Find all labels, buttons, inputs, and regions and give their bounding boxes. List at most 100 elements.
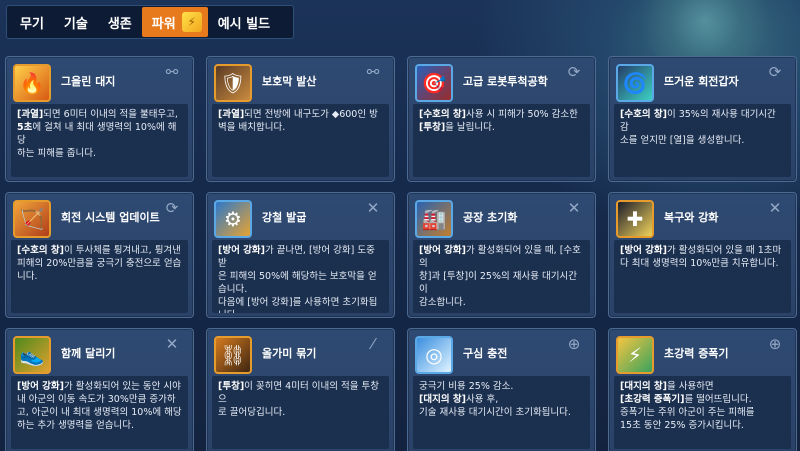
description-text: 창]과 [투창]이 25%의 재사용 대기시간이 <box>419 271 577 295</box>
power-card[interactable]: 🎯 고급 로봇투척공학 ⟳ [수호의 창]사용 시 피해가 50% 감소한 [투창]을 … <box>407 56 596 182</box>
chain-icon: ⚯ <box>165 63 179 81</box>
description-text: 이 투사체를 튕겨내고, 튕겨낸 <box>63 245 181 256</box>
hot-spin-icon: 🌀 <box>616 64 654 102</box>
description-text: 니다. <box>218 310 239 313</box>
description-line: 습니다. <box>218 283 383 296</box>
crossed-arrows-icon: ✕ <box>165 335 179 353</box>
tab-weapon[interactable]: 무기 <box>10 7 54 37</box>
description-text: 감소합니다. <box>419 297 466 308</box>
description-text: 증폭기는 주위 아군이 주는 피해를 <box>620 407 755 418</box>
description-line: [방어 강화]가 활성화되어 있는 동안 시야 <box>17 380 182 393</box>
crossed-arrows-icon: ✕ <box>567 199 581 217</box>
description-line: 증폭기는 주위 아군이 주는 피해를 <box>620 406 785 419</box>
card-header: 🏭 공장 초기화 ✕ <box>408 193 595 245</box>
description-text: 사용 시 피해가 50% 감소한 <box>465 109 578 120</box>
description-text: 15초 동안 25% 증가시킵니다. <box>620 420 744 431</box>
skill-name: 공장 초기화 <box>463 211 518 224</box>
tab-label: 무기 <box>20 16 44 32</box>
keyword: [수호의 창] <box>419 109 466 120</box>
tab-power[interactable]: 파워 ⚡ <box>141 7 208 37</box>
scorched-earth-icon: 🔥 <box>13 64 51 102</box>
description-line: 소를 얻지만 [열]을 생성합니다. <box>620 134 785 147</box>
tab-ability[interactable]: 기술 <box>54 7 98 37</box>
description-text: 은 피해의 50%에 해당하는 보호막을 얻 <box>218 271 377 282</box>
description-text: 소를 얻지만 [열]을 생성합니다. <box>620 135 745 146</box>
description-text: 니다. <box>17 271 38 282</box>
spin-system-icon: 🏹 <box>13 200 51 238</box>
tab-survival[interactable]: 생존 <box>98 7 142 37</box>
skill-description: [대지의 창]을 사용하면 [초강력 증폭기]를 떨어뜨립니다. 증폭기는 주위 아… <box>614 376 791 449</box>
description-line: 하는 피해를 줍니다. <box>17 147 182 160</box>
description-line: 벽을 배치합니다. <box>218 121 383 134</box>
description-line: 다 최대 생명력의 10%만큼 치유합니다. <box>620 257 785 270</box>
tab-label: 예시 빌드 <box>217 16 271 32</box>
description-text: 고, 아군이 내 최대 생명력의 10%에 해당 <box>17 407 182 418</box>
power-card[interactable]: ⛓ 올가미 묶기 ⁄ [투창]이 꽂히면 4미터 이내의 적을 투창으 로 끌어당깁니다… <box>206 328 395 451</box>
keyword: [대지의 창] <box>419 394 466 405</box>
description-line: 내 아군의 이동 속도가 30%만큼 증가하 <box>17 393 182 406</box>
run-together-icon: 👟 <box>13 336 51 374</box>
power-card[interactable]: 🛡 보호막 발산 ⚯ [과열]되면 전방에 내구도가 ◆600인 방 벽을 배치합니다. <box>206 56 395 182</box>
description-text: 로 끌어당깁니다. <box>218 407 286 418</box>
skill-name: 보호막 발산 <box>262 75 317 88</box>
description-text: 가 활성화되어 있는 동안 시야 <box>63 381 181 392</box>
power-card[interactable]: 🔥 그을린 대지 ⚯ [과열]되면 6미터 이내의 적을 불태우고, 5초에 걸쳐 내 … <box>5 56 194 182</box>
description-line: 니다. <box>17 270 182 283</box>
description-text: 가 활성화되어 있을 때 1초마 <box>666 245 782 256</box>
card-header: 🔥 그을린 대지 ⚯ <box>6 57 193 109</box>
power-card[interactable]: 👟 함께 달리기 ✕ [방어 강화]가 활성화되어 있는 동안 시야 내 아군의 이동 … <box>5 328 194 451</box>
skill-description: [수호의 창]사용 시 피해가 50% 감소한 [투창]을 날립니다. <box>413 104 590 177</box>
power-card[interactable]: ◎ 구심 충전 ⊕ 궁극기 비용 25% 감소. [대지의 창]사용 후, 기술 재사용 … <box>407 328 596 451</box>
description-line: [수호의 창]이 투사체를 튕겨내고, 튕겨낸 <box>17 244 182 257</box>
shield-emit-icon: 🛡 <box>214 64 252 102</box>
description-line: 니다. <box>218 309 383 313</box>
keyword: [초강력 증폭기] <box>620 394 685 405</box>
robot-throw-icon: 🎯 <box>415 64 453 102</box>
description-line: 15초 동안 25% 증가시킵니다. <box>620 419 785 432</box>
description-line: [과열]되면 전방에 내구도가 ◆600인 방 <box>218 108 383 121</box>
description-text: 다 최대 생명력의 10%만큼 치유합니다. <box>620 258 779 269</box>
description-line: [방어 강화]가 활성화되어 있을 때, [수호의 <box>419 244 584 270</box>
card-header: ⚙ 강철 발굽 ✕ <box>207 193 394 245</box>
description-line: [수호의 창]이 35%의 재사용 대기시간 감 <box>620 108 785 134</box>
description-text: 되면 전방에 내구도가 ◆600인 방 <box>244 109 378 120</box>
card-header: ◎ 구심 충전 ⊕ <box>408 329 595 381</box>
description-text: 피해의 20%만큼을 궁극기 충전으로 얻습 <box>17 258 182 269</box>
power-card[interactable]: 🏭 공장 초기화 ✕ [방어 강화]가 활성화되어 있을 때, [수호의 창]과 [투창… <box>407 192 596 318</box>
description-text: 을 사용하면 <box>666 381 714 392</box>
description-text: 다음에 [방어 강화]를 사용하면 초기화됩 <box>218 297 378 308</box>
card-header: 🛡 보호막 발산 ⚯ <box>207 57 394 109</box>
keyword: [과열] <box>17 109 44 120</box>
skill-description: 궁극기 비용 25% 감소. [대지의 창]사용 후, 기술 재사용 대기시간이 초… <box>413 376 590 449</box>
description-text: 사용 후, <box>465 394 499 405</box>
skill-description: [수호의 창]이 투사체를 튕겨내고, 튕겨낸 피해의 20%만큼을 궁극기 충전… <box>11 240 188 313</box>
tab-label: 파워 <box>151 16 176 32</box>
power-card[interactable]: 🏹 회전 시스템 업데이트 ⟳ [수호의 창]이 투사체를 튕겨내고, 튕겨낸 피해의 … <box>5 192 194 318</box>
centripetal-charge-icon: ◎ <box>415 336 453 374</box>
keyword: [수호의 창] <box>17 245 64 256</box>
skill-description: [방어 강화]가 끝나면, [방어 강화] 도중 받은 피해의 50%에 해당하… <box>212 240 389 313</box>
keyword: [대지의 창] <box>620 381 667 392</box>
skill-name: 구심 충전 <box>463 347 508 360</box>
power-card[interactable]: ✚ 복구와 강화 ✕ [방어 강화]가 활성화되어 있을 때 1초마 다 최대 생명력의… <box>608 192 797 318</box>
keyword: [방어 강화] <box>17 381 64 392</box>
target-icon: ⊕ <box>768 335 782 353</box>
keyword: [투창] <box>419 122 446 133</box>
description-line: 5초에 걸쳐 내 최대 생명력의 10%에 해당 <box>17 121 182 147</box>
description-text: 을 날립니다. <box>445 122 495 133</box>
power-card[interactable]: 🌀 뜨거운 회전갑자 ⟳ [수호의 창]이 35%의 재사용 대기시간 감 소를 얻지만… <box>608 56 797 182</box>
description-text: 궁극기 비용 25% 감소. <box>419 381 514 392</box>
keyword: [방어 강화] <box>419 245 466 256</box>
tab-example-build[interactable]: 예시 빌드 <box>208 7 280 37</box>
power-card[interactable]: ⚙ 강철 발굽 ✕ [방어 강화]가 끝나면, [방어 강화] 도중 받은 피해의 5… <box>206 192 395 318</box>
description-line: [초강력 증폭기]를 떨어뜨립니다. <box>620 393 785 406</box>
power-card-grid: 🔥 그을린 대지 ⚯ [과열]되면 6미터 이내의 적을 불태우고, 5초에 걸쳐 내 … <box>5 56 797 451</box>
swirl-icon: ⟳ <box>567 63 581 81</box>
skill-name: 올가미 묶기 <box>262 347 317 360</box>
card-header: ⛓ 올가미 묶기 ⁄ <box>207 329 394 381</box>
description-text: 벽을 배치합니다. <box>218 122 286 133</box>
keyword: [방어 강화] <box>218 245 265 256</box>
skill-description: [과열]되면 전방에 내구도가 ◆600인 방 벽을 배치합니다. <box>212 104 389 177</box>
skill-name: 복구와 강화 <box>664 211 719 224</box>
power-card[interactable]: ⚡ 초강력 증폭기 ⊕ [대지의 창]을 사용하면 [초강력 증폭기]를 떨어뜨립니다.… <box>608 328 797 451</box>
